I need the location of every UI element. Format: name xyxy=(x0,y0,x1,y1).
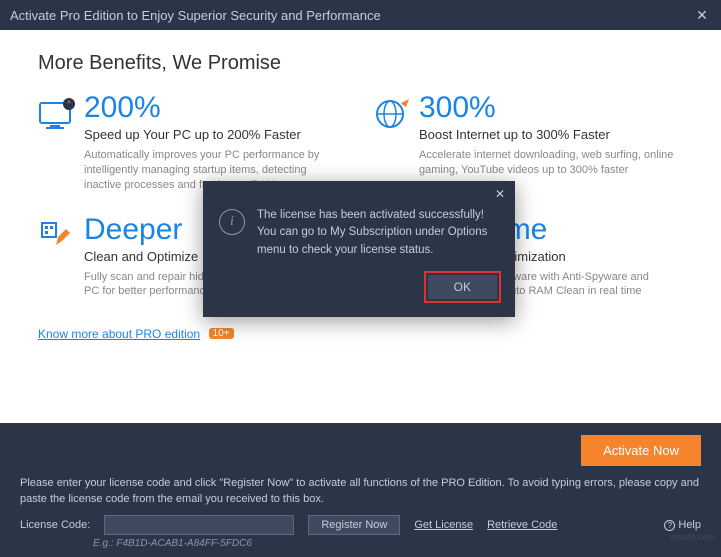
know-more-link[interactable]: Know more about PRO edition xyxy=(38,327,200,341)
dialog-message: The license has been activated successfu… xyxy=(257,207,499,259)
license-code-label: License Code: xyxy=(20,519,90,531)
close-icon[interactable]: ✕ xyxy=(693,7,711,24)
dialog-footer: OK xyxy=(203,275,515,317)
know-more-badge: 10+ xyxy=(209,328,234,339)
license-code-row: License Code: Register Now Get License R… xyxy=(20,515,701,535)
retrieve-code-link[interactable]: Retrieve Code xyxy=(487,519,557,531)
activate-now-button[interactable]: Activate Now xyxy=(581,435,701,466)
help-link[interactable]: ? Help xyxy=(664,519,701,531)
dialog-close-icon[interactable]: ✕ xyxy=(495,187,505,201)
watermark: wsxdn.com xyxy=(670,532,715,542)
benefit-desc: Accelerate internet downloading, web sur… xyxy=(419,148,678,178)
speedup-icon xyxy=(38,93,84,193)
activation-dialog: ✕ i The license has been activated succe… xyxy=(203,181,515,317)
benefit-internet: 300% Boost Internet up to 300% Faster Ac… xyxy=(373,93,678,193)
benefit-big: 200% xyxy=(84,93,343,123)
activate-row: Activate Now xyxy=(20,435,701,466)
dialog-body: i The license has been activated success… xyxy=(203,201,515,275)
ok-button[interactable]: OK xyxy=(428,275,497,299)
get-license-link[interactable]: Get License xyxy=(414,519,473,531)
license-example: E.g.: F4B1D-ACAB1-A84FF-5FDC6 xyxy=(20,538,701,549)
globe-icon xyxy=(373,93,419,193)
benefit-sub: Boost Internet up to 300% Faster xyxy=(419,127,678,142)
info-icon: i xyxy=(219,209,245,235)
dialog-header: ✕ xyxy=(203,181,515,201)
license-code-input[interactable] xyxy=(104,515,294,535)
page-heading: More Benefits, We Promise xyxy=(38,52,683,75)
benefit-speedup: 200% Speed up Your PC up to 200% Faster … xyxy=(38,93,343,193)
footer: Activate Now Please enter your license c… xyxy=(0,423,721,557)
clean-icon xyxy=(38,215,84,300)
titlebar: Activate Pro Edition to Enjoy Superior S… xyxy=(0,0,721,30)
benefit-sub: Speed up Your PC up to 200% Faster xyxy=(84,127,343,142)
titlebar-text: Activate Pro Edition to Enjoy Superior S… xyxy=(10,8,693,23)
benefit-big: 300% xyxy=(419,93,678,123)
help-icon: ? xyxy=(664,520,675,531)
footer-instructions: Please enter your license code and click… xyxy=(20,476,701,507)
know-more-row: Know more about PRO edition 10+ xyxy=(38,325,683,343)
register-now-button[interactable]: Register Now xyxy=(308,515,400,535)
